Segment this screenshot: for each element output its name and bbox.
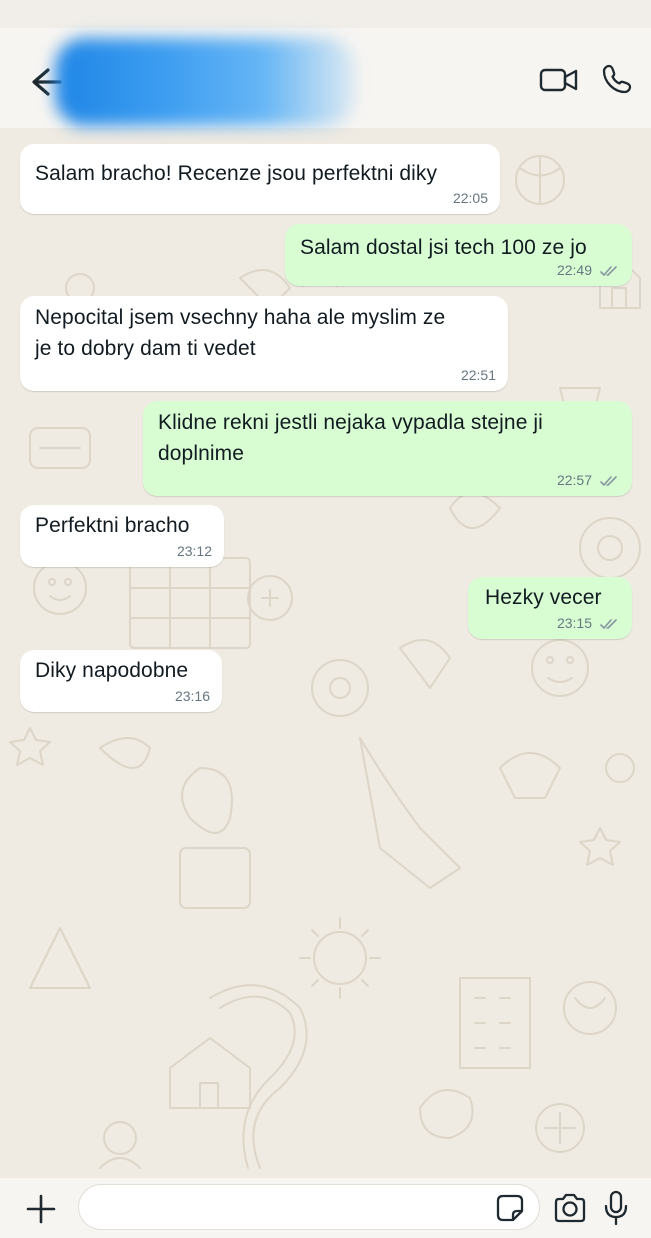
voice-call-icon[interactable]	[600, 62, 632, 94]
message-composer	[0, 1178, 651, 1238]
message-incoming[interactable]: Perfektni bracho 23:12	[20, 505, 224, 567]
message-outgoing[interactable]: Klidne rekni jestli nejaka vypadla stejn…	[143, 401, 632, 496]
message-input[interactable]	[78, 1184, 540, 1230]
message-time: 23:16	[174, 688, 210, 704]
chat-screen: Salam bracho! Recenze jsou perfektni dik…	[0, 0, 651, 1238]
message-time: 22:51	[460, 367, 496, 383]
message-time: 23:12	[176, 543, 212, 559]
message-text: Diky napodobne	[35, 659, 189, 682]
double-check-icon	[600, 476, 617, 486]
microphone-icon[interactable]	[603, 1190, 629, 1226]
message-text: Hezky vecer	[485, 586, 602, 609]
message-incoming[interactable]: Nepocital jsem vsechny haha ale myslim z…	[20, 296, 508, 391]
camera-icon[interactable]	[552, 1192, 588, 1224]
message-outgoing[interactable]: Hezky vecer 23:15	[468, 577, 632, 639]
chat-header	[0, 28, 651, 128]
contact-avatar-name-redacted[interactable]	[55, 38, 355, 126]
message-outgoing[interactable]: Salam dostal jsi tech 100 ze jo 22:49	[285, 224, 632, 286]
message-time: 22:57	[556, 472, 592, 488]
video-call-icon[interactable]	[538, 64, 580, 96]
message-text: Nepocital jsem vsechny haha ale myslim z…	[35, 306, 446, 360]
message-incoming[interactable]: Diky napodobne 23:16	[20, 650, 222, 712]
message-incoming[interactable]: Salam bracho! Recenze jsou perfektni dik…	[20, 144, 500, 214]
message-text: Salam dostal jsi tech 100 ze jo	[300, 236, 587, 259]
sticker-icon[interactable]	[496, 1194, 524, 1222]
message-text: Klidne rekni jestli nejaka vypadla stejn…	[158, 411, 543, 465]
message-text: Perfektni bracho	[35, 514, 190, 537]
double-check-icon	[600, 619, 617, 629]
message-list[interactable]: Salam bracho! Recenze jsou perfektni dik…	[0, 128, 651, 1178]
message-time: 22:49	[556, 262, 592, 278]
plus-icon[interactable]	[24, 1192, 58, 1226]
double-check-icon	[600, 266, 617, 276]
message-time: 23:15	[556, 615, 592, 631]
status-bar	[0, 0, 651, 28]
message-time: 22:05	[452, 190, 488, 206]
message-text: Salam bracho! Recenze jsou perfektni dik…	[35, 162, 438, 185]
